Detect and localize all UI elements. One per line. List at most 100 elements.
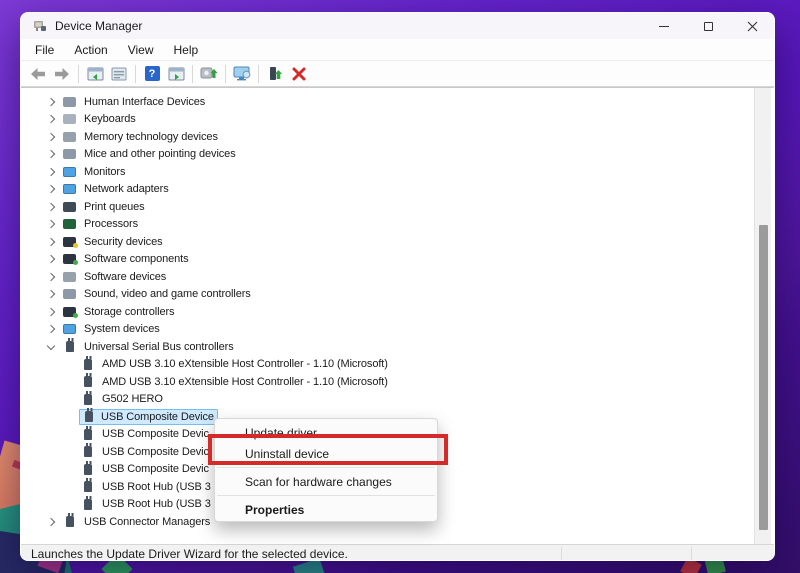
chevron-right-icon[interactable] xyxy=(45,201,57,213)
chevron-right-icon[interactable] xyxy=(45,166,57,178)
uninstall-device-button[interactable] xyxy=(264,63,286,85)
mouse-icon xyxy=(63,149,76,159)
tree-item-amd-usb-controller[interactable]: AMD USB 3.10 eXtensible Host Controller … xyxy=(21,356,774,374)
scrollbar-thumb[interactable] xyxy=(759,225,768,530)
status-divider xyxy=(561,547,562,561)
tree-item-network-adapters[interactable]: Network adapters xyxy=(21,181,774,199)
window-title: Device Manager xyxy=(55,19,142,33)
chevron-right-icon[interactable] xyxy=(45,271,57,283)
tree-item-label: USB Connector Managers xyxy=(84,516,210,528)
context-menu-item-properties[interactable]: Properties xyxy=(215,499,437,520)
chevron-right-icon[interactable] xyxy=(45,323,57,335)
chevron-right-icon[interactable] xyxy=(45,236,57,248)
tree-item-system-devices[interactable]: System devices xyxy=(21,321,774,339)
chevron-right-icon[interactable] xyxy=(45,113,57,125)
chevron-right-icon[interactable] xyxy=(45,183,57,195)
menu-help[interactable]: Help xyxy=(164,41,209,59)
properties-button[interactable] xyxy=(108,63,130,85)
forward-button[interactable] xyxy=(51,63,73,85)
memory-icon xyxy=(63,132,76,142)
scan-hardware-button[interactable] xyxy=(231,63,253,85)
tree-item-label: Storage controllers xyxy=(84,306,174,318)
tree-item-mice[interactable]: Mice and other pointing devices xyxy=(21,146,774,164)
tree-item-label: USB Composite Devic xyxy=(102,446,209,458)
usb-plug-icon xyxy=(84,499,92,510)
chevron-down-icon[interactable] xyxy=(45,341,57,353)
help-button[interactable]: ? xyxy=(141,63,163,85)
tree-item-label: Security devices xyxy=(84,236,163,248)
back-icon xyxy=(30,67,46,81)
tree-item-security-devices[interactable]: Security devices xyxy=(21,233,774,251)
usb-plug-icon xyxy=(85,411,93,422)
delete-button[interactable] xyxy=(288,63,310,85)
close-button[interactable] xyxy=(730,13,774,39)
usb-plug-icon xyxy=(84,464,92,475)
storage-controller-icon xyxy=(63,307,76,317)
chevron-right-icon[interactable] xyxy=(45,288,57,300)
chevron-right-icon[interactable] xyxy=(45,516,57,528)
menu-view[interactable]: View xyxy=(118,41,164,59)
menu-bar: File Action View Help xyxy=(21,39,774,61)
tree-item-software-devices[interactable]: Software devices xyxy=(21,268,774,286)
status-divider xyxy=(691,547,692,561)
chevron-right-icon[interactable] xyxy=(45,96,57,108)
show-window-button[interactable] xyxy=(165,63,187,85)
tree-item-human-interface-devices[interactable]: Human Interface Devices xyxy=(21,93,774,111)
tree-item-label: Software components xyxy=(84,253,189,265)
vertical-scrollbar[interactable] xyxy=(754,88,771,544)
toolbar-divider xyxy=(258,65,259,83)
usb-plug-icon xyxy=(84,446,92,457)
chevron-right-icon[interactable] xyxy=(45,306,57,318)
tree-item-software-components[interactable]: Software components xyxy=(21,251,774,269)
tree-item-print-queues[interactable]: Print queues xyxy=(21,198,774,216)
usb-plug-icon xyxy=(84,394,92,405)
tree-item-amd-usb-controller[interactable]: AMD USB 3.10 eXtensible Host Controller … xyxy=(21,373,774,391)
tree-item-label: USB Composite Devic xyxy=(102,463,209,475)
maximize-button[interactable] xyxy=(686,13,730,39)
tree-item-label: Human Interface Devices xyxy=(84,96,205,108)
minimize-button[interactable] xyxy=(642,13,686,39)
context-menu-item-scan-hardware[interactable]: Scan for hardware changes xyxy=(215,471,437,492)
toolbar-divider xyxy=(78,65,79,83)
device-manager-icon xyxy=(33,19,47,33)
context-menu-item-uninstall-device[interactable]: Uninstall device xyxy=(215,443,437,464)
tree-item-sound-controllers[interactable]: Sound, video and game controllers xyxy=(21,286,774,304)
menu-file[interactable]: File xyxy=(25,41,64,59)
chevron-right-icon[interactable] xyxy=(45,148,57,160)
console-tree-button[interactable] xyxy=(84,63,106,85)
back-button[interactable] xyxy=(27,63,49,85)
tree-item-keyboards[interactable]: Keyboards xyxy=(21,111,774,129)
tree-item-label: Universal Serial Bus controllers xyxy=(84,341,234,353)
context-menu: Update driver Uninstall device Scan for … xyxy=(214,418,438,522)
delete-icon xyxy=(292,67,306,81)
tree-item-memory-technology-devices[interactable]: Memory technology devices xyxy=(21,128,774,146)
tree-item-usb-controllers[interactable]: Universal Serial Bus controllers xyxy=(21,338,774,356)
context-menu-item-update-driver[interactable]: Update driver xyxy=(215,422,437,443)
chevron-right-icon[interactable] xyxy=(45,253,57,265)
update-driver-icon xyxy=(200,66,218,81)
menu-action[interactable]: Action xyxy=(64,41,117,59)
tree-item-processors[interactable]: Processors xyxy=(21,216,774,234)
chevron-right-icon[interactable] xyxy=(45,131,57,143)
sound-icon xyxy=(63,289,76,299)
update-driver-button[interactable] xyxy=(198,63,220,85)
selected-row-highlight: USB Composite Device xyxy=(79,409,218,425)
chevron-right-icon[interactable] xyxy=(45,218,57,230)
toolbar: ? xyxy=(21,61,774,87)
processor-icon xyxy=(63,219,76,229)
usb-plug-icon xyxy=(84,481,92,492)
tree-item-label: Processors xyxy=(84,218,138,230)
usb-icon xyxy=(66,516,74,527)
tree-item-label: Keyboards xyxy=(84,113,136,125)
tree-item-label: USB Composite Device xyxy=(101,411,214,423)
tree-item-label: Monitors xyxy=(84,166,125,178)
tree-item-monitors[interactable]: Monitors xyxy=(21,163,774,181)
tree-item-g502-hero[interactable]: G502 HERO xyxy=(21,391,774,409)
keyboard-icon xyxy=(63,114,76,124)
security-device-icon xyxy=(63,237,76,247)
usb-icon xyxy=(66,341,74,352)
show-window-icon xyxy=(168,67,185,81)
usb-plug-icon xyxy=(84,359,92,370)
tree-item-label: Memory technology devices xyxy=(84,131,218,143)
tree-item-storage-controllers[interactable]: Storage controllers xyxy=(21,303,774,321)
